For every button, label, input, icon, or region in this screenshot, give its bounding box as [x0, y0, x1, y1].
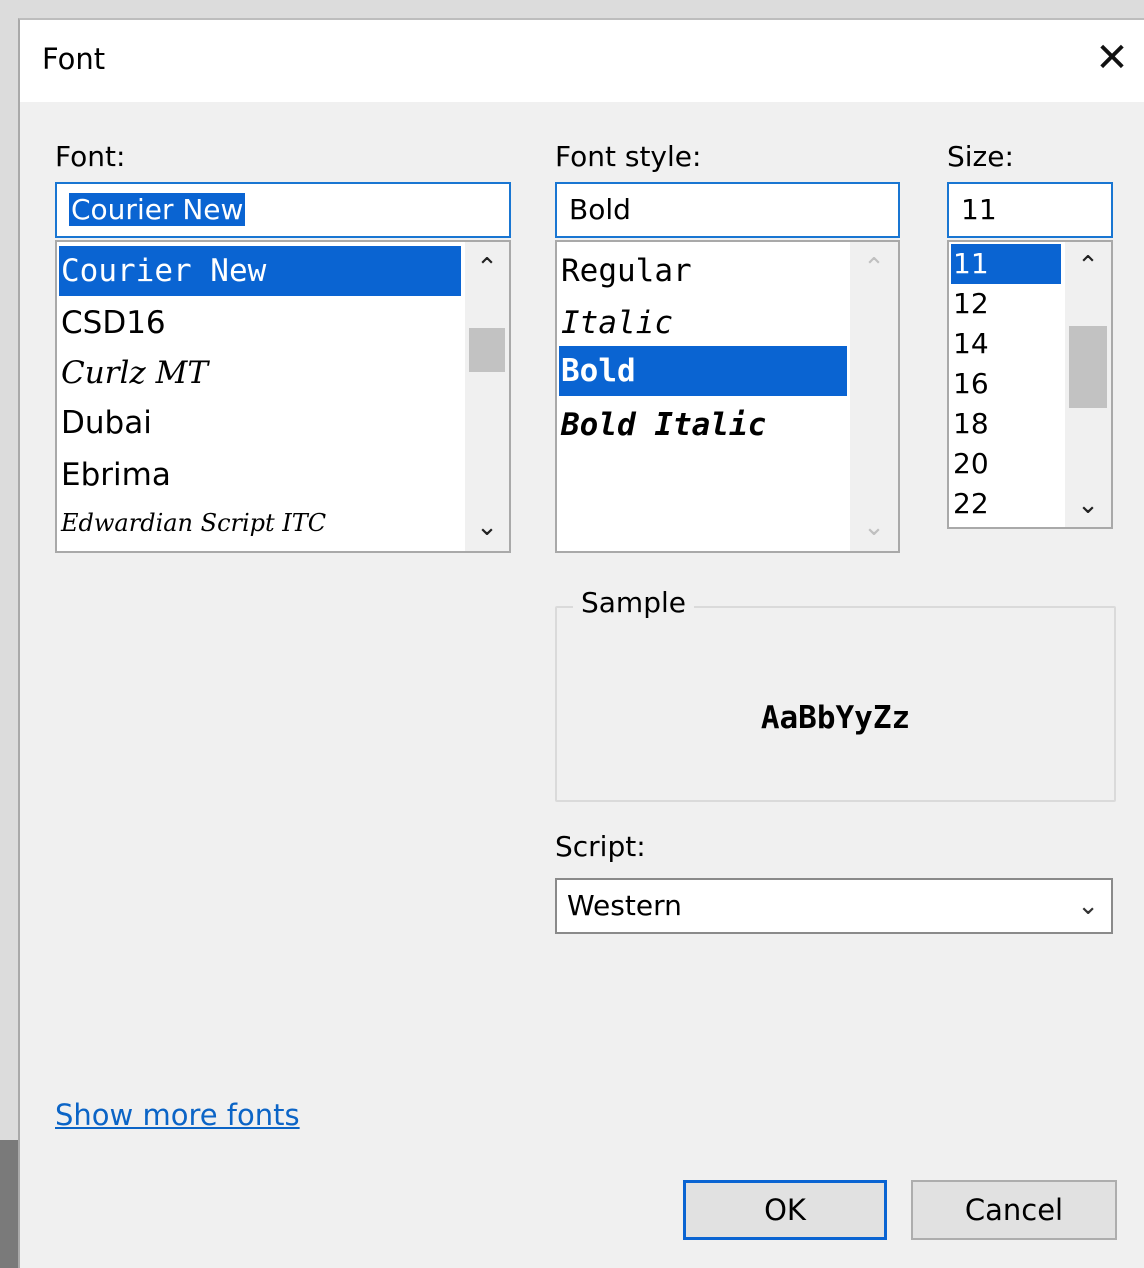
size-list-item-14[interactable]: 14 [951, 324, 989, 364]
font-list-item-edwardian-script[interactable]: Edwardian Script ITC [59, 498, 326, 548]
font-dialog: Font ✕ Font: Courier New Courier New CSD… [18, 18, 1144, 1268]
script-label: Script: [555, 830, 646, 863]
font-list-scroll-thumb[interactable] [469, 328, 505, 372]
font-label: Font: [55, 140, 126, 173]
show-more-fonts-link[interactable]: Show more fonts [55, 1098, 300, 1132]
sample-label: Sample [573, 586, 694, 619]
size-list-scroll-thumb[interactable] [1069, 326, 1107, 408]
ok-button[interactable]: OK [683, 1180, 887, 1240]
font-style-scrollbar[interactable]: ⌃ ⌄ [850, 242, 898, 551]
size-input[interactable]: 11 [947, 182, 1113, 238]
chevron-down-icon[interactable]: ⌄ [1065, 483, 1111, 527]
cancel-button[interactable]: Cancel [911, 1180, 1117, 1240]
font-list-scrollbar[interactable]: ⌃ ⌄ [465, 242, 509, 551]
close-icon[interactable]: ✕ [1088, 34, 1136, 82]
size-label: Size: [947, 140, 1014, 173]
font-name-input[interactable]: Courier New [55, 182, 511, 238]
size-list-item-12[interactable]: 12 [951, 284, 989, 324]
font-style-label: Font style: [555, 140, 702, 173]
chevron-up-icon[interactable]: ⌃ [465, 246, 509, 290]
chevron-down-icon[interactable]: ⌄ [465, 505, 509, 549]
script-value: Western [567, 889, 682, 922]
dialog-title: Font [42, 42, 106, 76]
size-list-scrollbar[interactable]: ⌃ ⌄ [1065, 242, 1111, 527]
title-bar: Font ✕ [20, 20, 1144, 102]
font-list-item-ebrima[interactable]: Ebrima [59, 450, 171, 500]
font-style-value: Bold [569, 193, 631, 226]
font-style-list[interactable]: Regular Italic Bold Bold Italic ⌃ ⌄ [555, 240, 900, 553]
background-window-edge [0, 1140, 20, 1268]
sample-group: Sample AaBbYyZz [555, 586, 1116, 802]
font-style-input[interactable]: Bold [555, 182, 900, 238]
style-list-item-bold-italic[interactable]: Bold Italic [559, 400, 766, 450]
size-list[interactable]: 11 12 14 16 18 20 22 ⌃ ⌄ [947, 240, 1113, 529]
font-list-item-csd16[interactable]: CSD16 [59, 298, 166, 348]
size-list-item-22[interactable]: 22 [951, 484, 989, 524]
size-list-item-16[interactable]: 16 [951, 364, 989, 404]
font-list-item-courier-new[interactable]: Courier New [59, 246, 461, 296]
size-value: 11 [961, 193, 997, 226]
font-list-item-curlz-mt[interactable]: Curlz MT [59, 348, 208, 398]
style-list-item-regular[interactable]: Regular [559, 246, 692, 296]
size-list-item-20[interactable]: 20 [951, 444, 989, 484]
style-list-item-italic[interactable]: Italic [559, 298, 673, 348]
style-list-item-bold[interactable]: Bold [559, 346, 847, 396]
font-name-value: Courier New [69, 193, 246, 226]
chevron-down-icon[interactable]: ⌄ [850, 505, 898, 549]
font-list-item-dubai[interactable]: Dubai [59, 398, 152, 448]
font-list[interactable]: Courier New CSD16 Curlz MT Dubai Ebrima … [55, 240, 511, 553]
sample-preview: AaBbYyZz [760, 700, 911, 736]
script-select[interactable]: Western ⌄ [555, 878, 1113, 934]
size-list-item-18[interactable]: 18 [951, 404, 989, 444]
chevron-up-icon[interactable]: ⌃ [850, 246, 898, 290]
chevron-down-icon[interactable]: ⌄ [1077, 880, 1099, 932]
size-list-item-11[interactable]: 11 [951, 244, 1061, 284]
chevron-up-icon[interactable]: ⌃ [1065, 244, 1111, 288]
